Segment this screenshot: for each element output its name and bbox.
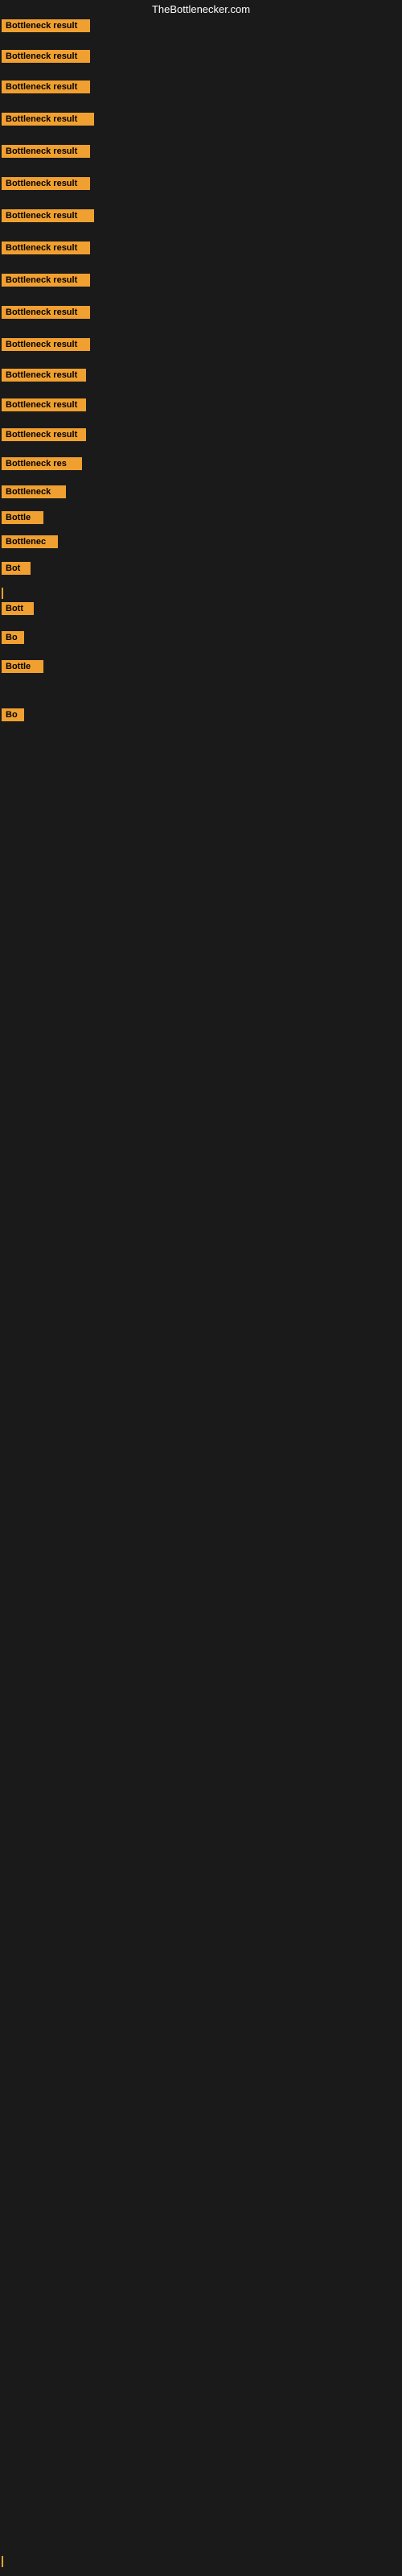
badge-8: Bottleneck result — [2, 242, 90, 254]
badge-5: Bottleneck result — [2, 145, 90, 158]
badge-17: Bottle — [2, 511, 43, 524]
badge-6: Bottleneck result — [2, 177, 90, 190]
badge-12: Bottleneck result — [2, 369, 86, 382]
badge-14: Bottleneck result — [2, 428, 86, 441]
vline-2 — [2, 2556, 3, 2567]
badge-16: Bottleneck — [2, 485, 66, 498]
badge-11: Bottleneck result — [2, 338, 90, 351]
badge-19: Bot — [2, 562, 31, 575]
badge-9: Bottleneck result — [2, 274, 90, 287]
badge-20: Bott — [2, 602, 34, 615]
badge-13: Bottleneck result — [2, 398, 86, 411]
vline-1 — [2, 588, 3, 599]
badge-1: Bottleneck result — [2, 19, 90, 32]
badge-10: Bottleneck result — [2, 306, 90, 319]
badge-15: Bottleneck res — [2, 457, 82, 470]
badge-3: Bottleneck result — [2, 80, 90, 93]
badge-4: Bottleneck result — [2, 113, 94, 126]
badge-7: Bottleneck result — [2, 209, 94, 222]
badge-23: Bo — [2, 708, 24, 721]
badge-21: Bo — [2, 631, 24, 644]
badge-18: Bottlenec — [2, 535, 58, 548]
badge-22: Bottle — [2, 660, 43, 673]
badge-2: Bottleneck result — [2, 50, 90, 63]
